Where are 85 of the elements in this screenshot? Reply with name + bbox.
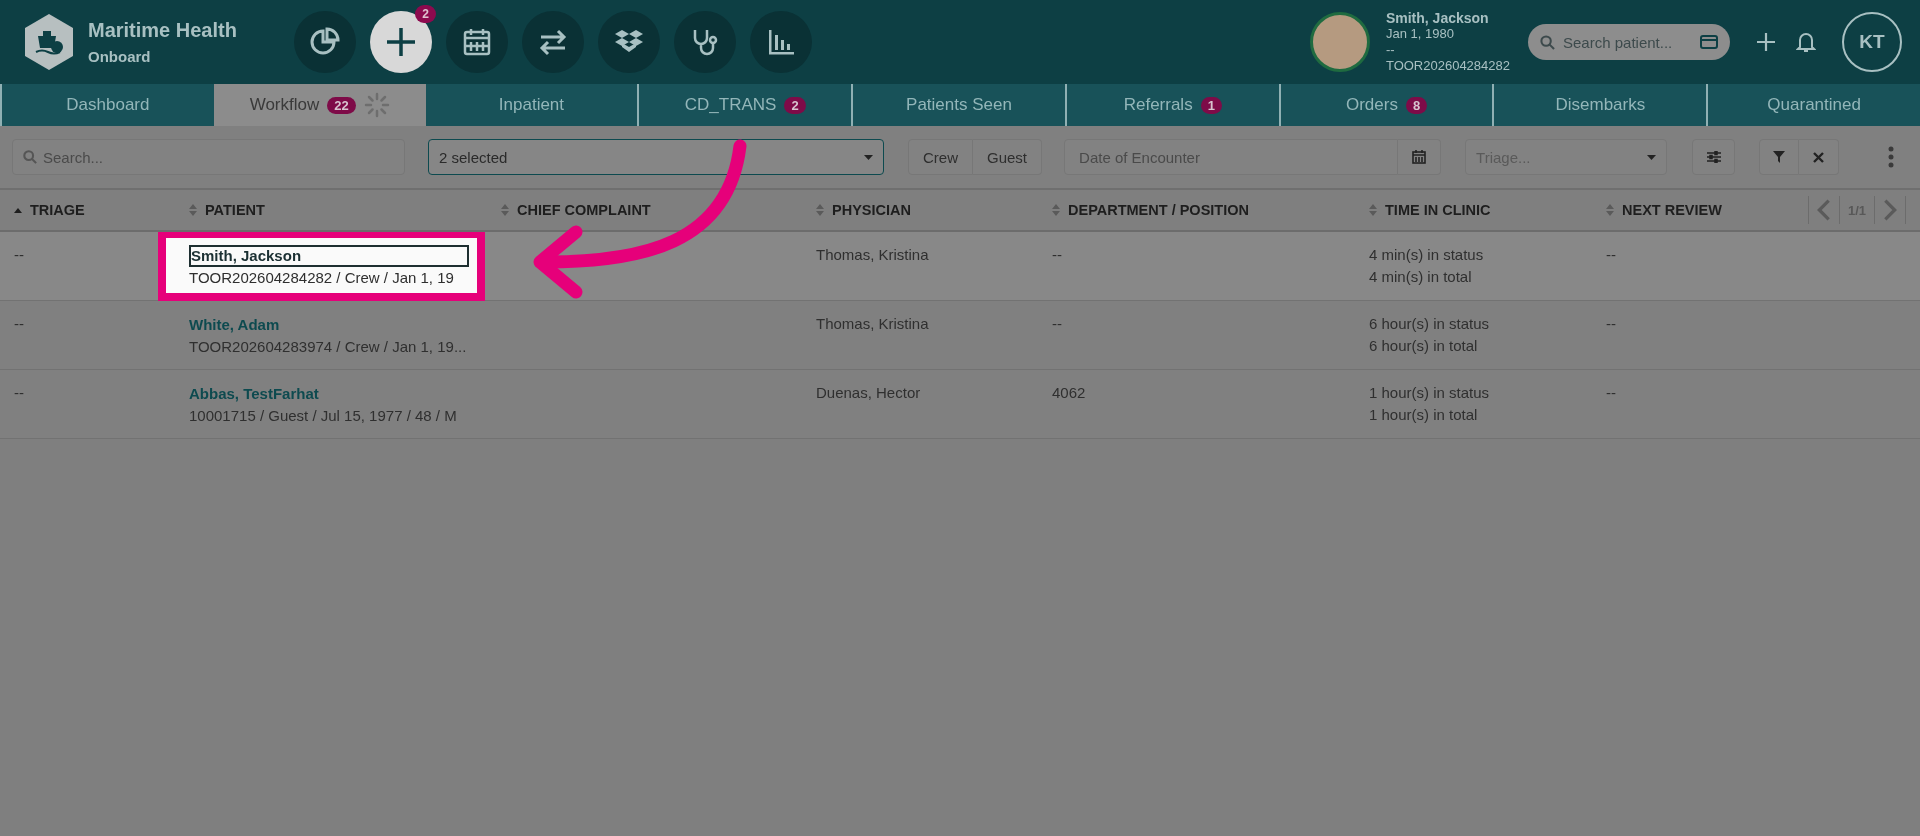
nav-tab[interactable]: Workflow 22	[213, 84, 426, 126]
settings-button[interactable]	[1692, 139, 1736, 175]
time-in-status: 1 hour(s) in status	[1369, 383, 1491, 403]
app-subtitle: Onboard	[88, 48, 152, 65]
more-options-icon[interactable]	[1888, 146, 1894, 168]
count-badge: 1	[1200, 96, 1222, 114]
bar-chart-icon	[766, 27, 796, 57]
sort-ascending-icon	[14, 207, 22, 213]
bell-icon[interactable]	[1796, 31, 1816, 53]
sort-icon	[1052, 204, 1060, 216]
date-placeholder: Date of Encounter	[1079, 148, 1200, 166]
patient-cell[interactable]: Abbas, TestFarhat 10001715 / Guest / Jul 15, 1977 / 48 / M	[166, 376, 489, 427]
patient-name-link[interactable]: Abbas, TestFarhat	[189, 383, 319, 405]
table-cell-text: --	[1051, 314, 1063, 334]
table-cell-text: Thomas, Kristina	[815, 245, 930, 265]
column-header[interactable]: CHIEF COMPLAINT	[487, 202, 802, 218]
patient-details: TOOR202604284282 / Crew / Jan 1, 19	[189, 268, 455, 288]
table-cell-text: --	[1605, 245, 1617, 265]
search-placeholder: Search...	[43, 148, 104, 166]
plus-icon	[384, 25, 418, 59]
filter-button[interactable]	[1759, 139, 1800, 175]
patient-details: 10001715 / Guest / Jul 15, 1977 / 48 / M	[189, 406, 458, 426]
time-in-total: 4 min(s) in total	[1369, 267, 1473, 287]
patient-search-field[interactable]: Search patient...	[1528, 24, 1730, 60]
caret-icon	[1647, 154, 1657, 160]
sort-icon	[816, 204, 824, 216]
ship-logo-icon	[24, 14, 74, 70]
sort-icon	[1369, 204, 1377, 216]
search-icon	[1540, 34, 1555, 50]
search-field[interactable]: Search...	[12, 139, 405, 175]
patient-details: TOOR202604283974 / Crew / Jan 1, 19...	[189, 337, 468, 357]
time-in-total: 6 hour(s) in total	[1369, 336, 1479, 356]
sort-icon	[501, 204, 509, 216]
calendar-button[interactable]	[1398, 139, 1442, 175]
table-cell-text: --	[13, 314, 25, 334]
time-in-status: 6 hour(s) in status	[1369, 314, 1491, 334]
patient-cell[interactable]: White, Adam TOOR202604283974 / Crew / Jan 1, 19...	[166, 307, 489, 358]
count-badge: 22	[327, 96, 356, 114]
time-in-status: 4 min(s) in status	[1369, 245, 1485, 265]
close-icon	[1813, 151, 1825, 163]
status-dropdown[interactable]: 2 selected	[428, 139, 884, 175]
column-header[interactable]: DEPARTMENT / POSITION	[1038, 202, 1355, 218]
column-header[interactable]: TIME IN CLINIC	[1355, 202, 1592, 218]
table-cell-text: 4062	[1051, 383, 1087, 403]
table-cell-text: Duenas, Hector	[815, 383, 922, 403]
app-title: Maritime Health	[88, 19, 237, 42]
count-badge: 2	[784, 96, 806, 114]
column-header[interactable]: PATIENT	[175, 202, 487, 218]
patient-type-button[interactable]: Guest	[973, 139, 1043, 175]
table-cell-text: --	[13, 383, 25, 403]
patient-id: TOOR202604284282	[1385, 58, 1510, 74]
patient-dob: Jan 1, 1980	[1385, 26, 1455, 42]
funnel-icon	[1773, 151, 1786, 163]
patient-name-link[interactable]: White, Adam	[189, 314, 280, 336]
clear-button[interactable]	[1799, 139, 1840, 175]
table-cell-text: --	[1605, 383, 1617, 403]
patient-name: Smith, Jackson	[1385, 10, 1490, 26]
patient-type-button[interactable]: Crew	[908, 139, 973, 175]
user-avatar[interactable]: KT	[1842, 12, 1902, 72]
plus-icon[interactable]	[1756, 32, 1776, 52]
pie-chart-icon	[310, 27, 340, 57]
count-badge: 2	[415, 5, 436, 23]
search-placeholder: Search patient...	[1563, 33, 1674, 51]
caret-icon	[864, 154, 873, 160]
column-header[interactable]: TRIAGE	[0, 202, 175, 218]
patient-info-text: --	[1385, 42, 1396, 58]
table-cell-text: --	[1051, 245, 1063, 265]
sliders-icon	[1706, 151, 1721, 163]
card-icon	[1700, 35, 1718, 49]
column-header[interactable]: NEXT REVIEW	[1592, 202, 1790, 218]
column-header[interactable]: PHYSICIAN	[802, 202, 1038, 218]
nav-tab[interactable]: Inpatient	[425, 84, 638, 126]
search-icon	[23, 150, 37, 164]
date-field[interactable]: Date of Encounter	[1064, 139, 1399, 175]
calendar-icon	[462, 27, 492, 57]
count-badge: 8	[1405, 96, 1428, 114]
sort-icon	[1606, 204, 1614, 216]
table-cell-text: --	[13, 245, 25, 265]
table-cell-text: Thomas, Kristina	[815, 314, 930, 334]
time-in-total: 1 hour(s) in total	[1369, 405, 1479, 425]
swap-arrows-icon	[538, 27, 568, 57]
table-cell-text: --	[1605, 314, 1617, 334]
patient-name-link[interactable]: Smith, Jackson	[189, 245, 469, 267]
calendar-icon	[1412, 150, 1427, 164]
sort-icon	[189, 204, 197, 216]
